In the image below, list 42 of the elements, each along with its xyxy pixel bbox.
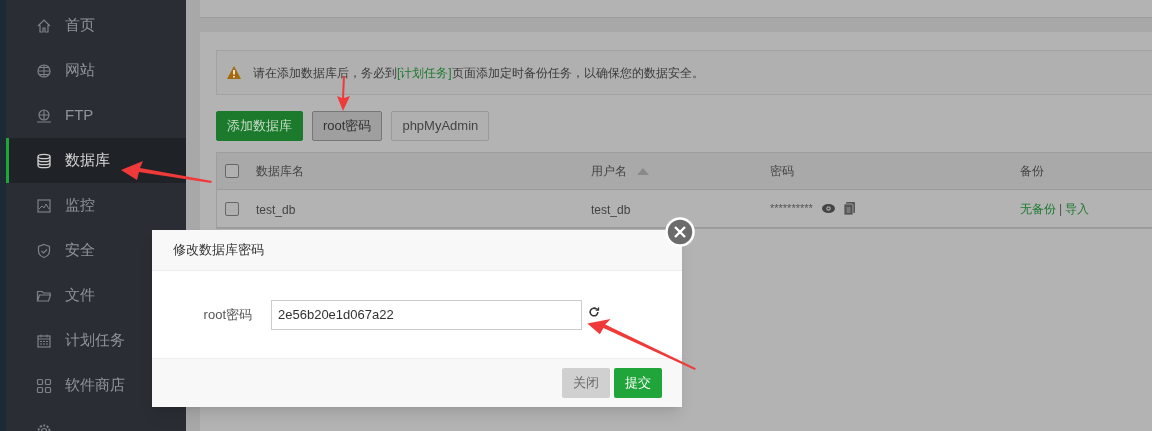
dialog-title: 修改数据库密码 xyxy=(173,241,264,260)
warning-icon xyxy=(227,66,241,79)
dialog-button[interactable]: 提交 xyxy=(614,368,662,398)
password-mask: ********** xyxy=(770,201,813,217)
menu-icon xyxy=(36,242,52,259)
sidebar-item[interactable]: 网站 xyxy=(6,48,186,93)
schedule-link[interactable]: [计划任务] xyxy=(397,65,452,80)
toolbar-button[interactable]: phpMyAdmin xyxy=(391,111,490,141)
dialog-button[interactable]: 关闭 xyxy=(562,368,610,398)
separator: | xyxy=(1059,200,1063,218)
sidebar-item[interactable]: 监控 xyxy=(6,183,186,228)
column-header[interactable]: 数据库名 xyxy=(256,162,304,180)
menu-icon xyxy=(36,197,52,214)
password-field[interactable]: 2e56b20e1d067a22 xyxy=(271,299,582,330)
eye-icon[interactable] xyxy=(821,204,835,213)
toolbar-button[interactable]: root密码 xyxy=(312,111,383,141)
sidebar-item[interactable]: 计划任务 xyxy=(6,318,186,363)
copy-icon[interactable] xyxy=(843,202,855,215)
column-header[interactable]: 备份 xyxy=(1020,162,1044,180)
toolbar-button[interactable]: 添加数据库 xyxy=(216,111,303,141)
column-header[interactable]: 密码 xyxy=(770,162,794,180)
menu-icon xyxy=(36,377,52,394)
menu-icon xyxy=(36,107,52,124)
table-cell: test_db xyxy=(256,202,296,217)
backup-link[interactable]: 无备份 xyxy=(1020,199,1056,218)
menu-icon xyxy=(36,152,52,169)
menu-icon xyxy=(36,332,52,349)
checkbox[interactable] xyxy=(225,164,239,178)
sidebar-item[interactable]: 软件商店 xyxy=(6,363,186,408)
refresh-icon[interactable] xyxy=(588,305,600,318)
table-cell: test_db xyxy=(591,202,631,217)
sidebar-item[interactable]: FTP xyxy=(6,93,186,138)
sidebar-item[interactable]: 首页 xyxy=(6,3,186,48)
field-label: root密码 xyxy=(202,305,252,324)
import-link[interactable]: 导入 xyxy=(1065,199,1090,218)
column-header[interactable]: 用户名 xyxy=(591,162,627,180)
sidebar-item[interactable]: 数据库 xyxy=(6,138,186,183)
checkbox[interactable] xyxy=(225,201,239,216)
menu-icon xyxy=(36,17,52,34)
menu-icon xyxy=(36,62,52,79)
sidebar-item[interactable]: 文件 xyxy=(6,273,186,318)
notice-text: 请在添加数据库后，务必到[计划任务]页面添加定时备份任务，以确保您的数据安全。 xyxy=(253,64,704,82)
